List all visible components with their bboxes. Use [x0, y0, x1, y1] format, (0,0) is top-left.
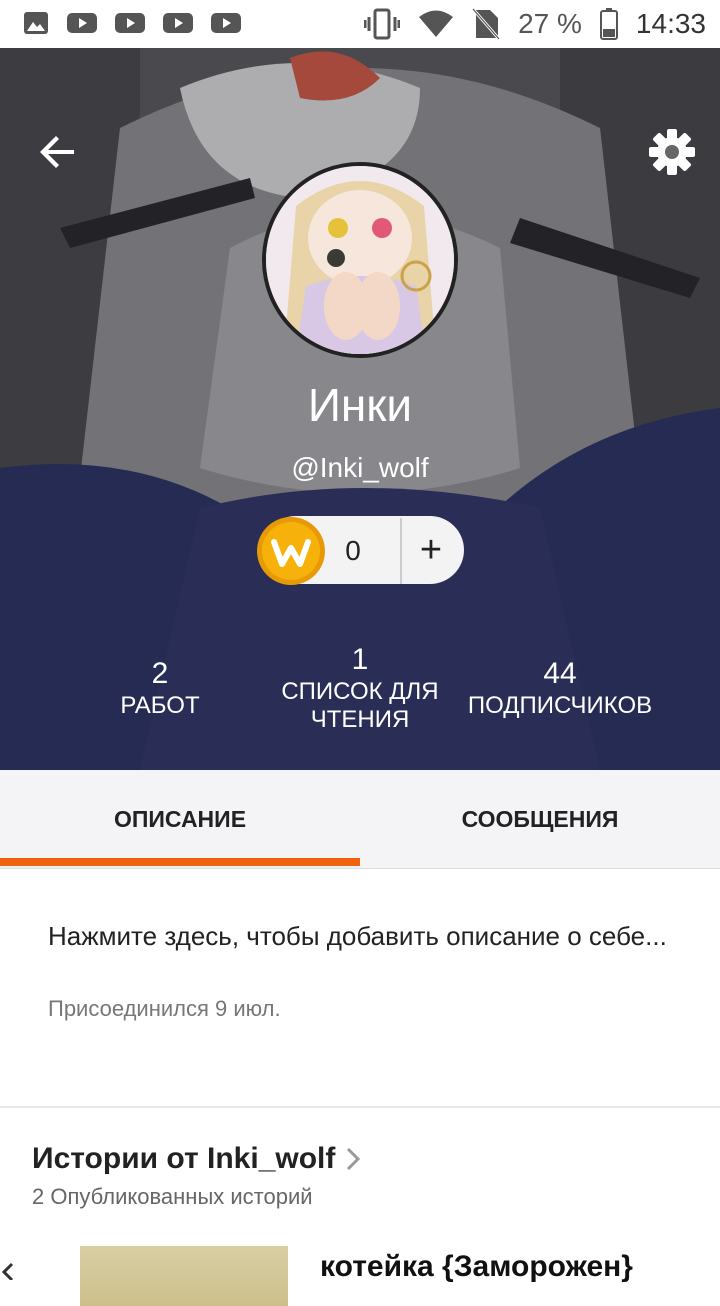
stat-followers[interactable]: 44 ПОДПИСЧИКОВ — [460, 656, 660, 720]
display-name: Инки — [307, 379, 413, 431]
tab-about[interactable]: ОПИСАНИЕ — [0, 770, 360, 868]
tab-messages[interactable]: СООБЩЕНИЯ — [360, 770, 720, 868]
gallery-icon — [24, 12, 48, 34]
joined-date: Присоединился 9 июл. — [48, 996, 281, 1021]
chevron-left-icon[interactable] — [0, 1262, 14, 1280]
active-tab-indicator — [0, 858, 360, 866]
stat-reading-lists-label: СПИСОК ДЛЯ ЧТЕНИЯ — [281, 678, 439, 733]
wattpad-coin-icon[interactable] — [256, 516, 326, 586]
youtube-icon — [67, 13, 97, 33]
stat-reading-lists-value: 1 — [351, 643, 369, 676]
avatar-image — [266, 166, 454, 354]
stat-followers-value: 44 — [543, 657, 577, 690]
avatar[interactable] — [262, 162, 458, 358]
status-bar: 27 % 14:33 — [0, 0, 720, 48]
stat-reading-lists[interactable]: 1 СПИСОК ДЛЯ ЧТЕНИЯ — [270, 642, 450, 734]
add-description-prompt[interactable]: Нажмите здесь, чтобы добавить описание о… — [48, 916, 678, 956]
youtube-icon — [163, 13, 193, 33]
system-indicators: 27 % 14:33 — [364, 8, 706, 40]
notification-icons — [22, 10, 242, 36]
section-divider — [0, 1106, 720, 1108]
stat-works-label: РАБОТ — [120, 692, 200, 719]
vibrate-icon — [364, 8, 401, 40]
stories-heading: Истории от Inki_wolf — [32, 1142, 336, 1175]
stat-works[interactable]: 2 РАБОТ — [100, 656, 220, 720]
wifi-icon — [419, 10, 454, 37]
profile-tabs: ОПИСАНИЕ СООБЩЕНИЯ — [0, 770, 720, 869]
youtube-icon — [115, 13, 145, 33]
battery-percent: 27 % — [518, 8, 582, 39]
coin-count: 0 — [345, 535, 361, 566]
youtube-icon — [211, 13, 241, 33]
story-title[interactable]: котейка {Заморожен} — [320, 1250, 633, 1284]
stories-count: 2 Опубликованных историй — [32, 1184, 313, 1209]
profile-header: Инки @Inki_wolf 0 + 2 РАБОТ 1 СПИСОК ДЛЯ… — [0, 48, 720, 770]
story-cover[interactable] — [80, 1246, 288, 1306]
stat-works-value: 2 — [151, 657, 169, 690]
username: @Inki_wolf — [291, 452, 429, 483]
clock: 14:33 — [635, 8, 706, 39]
stat-followers-label: ПОДПИСЧИКОВ — [467, 692, 653, 719]
battery-icon — [599, 8, 618, 40]
gear-icon[interactable] — [646, 126, 698, 178]
add-coins-button[interactable]: + — [402, 518, 460, 584]
back-arrow-icon[interactable] — [34, 128, 82, 176]
no-sim-icon — [472, 8, 501, 40]
stories-section-header[interactable]: Истории от Inki_wolf — [32, 1142, 361, 1176]
chevron-right-icon — [347, 1147, 361, 1171]
